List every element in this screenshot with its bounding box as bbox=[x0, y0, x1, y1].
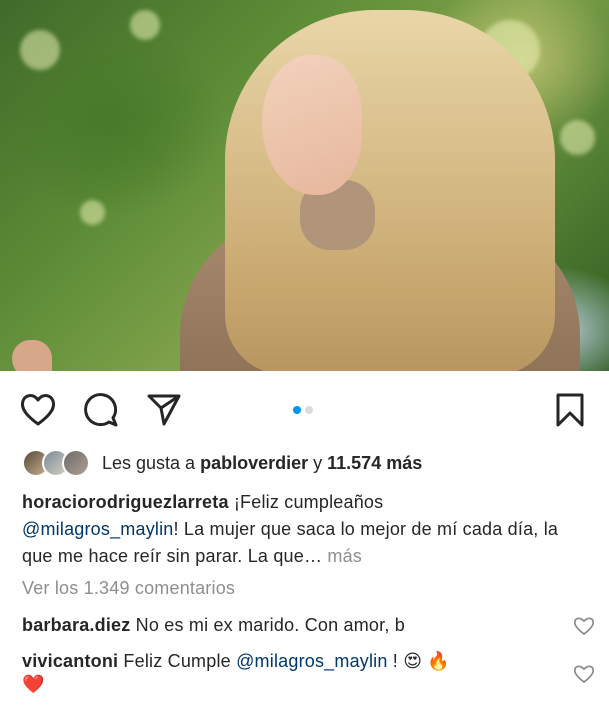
comment-text: Feliz Cumple bbox=[118, 651, 237, 671]
bokeh-light bbox=[560, 120, 595, 155]
heart-icon[interactable] bbox=[20, 393, 56, 427]
hand bbox=[12, 340, 52, 371]
comment-icon[interactable] bbox=[83, 392, 119, 428]
comment: vivicantoni Feliz Cumple @milagros_mayli… bbox=[22, 651, 450, 672]
likes-text[interactable]: Les gusta a pabloverdier y 11.574 más bbox=[102, 453, 422, 474]
hair bbox=[225, 10, 555, 371]
liker-username[interactable]: pabloverdier bbox=[200, 453, 308, 473]
comment-text: ! bbox=[387, 651, 404, 671]
bokeh-light bbox=[130, 10, 160, 40]
avatar bbox=[62, 449, 90, 477]
fire-emoji-icon: 🔥 bbox=[427, 651, 450, 672]
comment-continuation: ❤️ bbox=[22, 674, 45, 695]
red-heart-emoji-icon: ❤️ bbox=[22, 674, 45, 695]
comment-username[interactable]: vivicantoni bbox=[22, 651, 118, 671]
caption-more-link[interactable]: más bbox=[322, 546, 362, 566]
likes-connector: y bbox=[308, 452, 328, 473]
view-comments-link[interactable]: Ver los 1.349 comentarios bbox=[22, 578, 235, 599]
carousel-indicator bbox=[293, 401, 317, 414]
comment-like-heart-icon[interactable] bbox=[573, 616, 595, 636]
likes-row: Les gusta a pabloverdier y 11.574 más bbox=[22, 448, 422, 478]
post-caption: horaciorodriguezlarreta ¡Feliz cumpleaño… bbox=[22, 489, 592, 570]
caption-mention[interactable]: @milagros_maylin bbox=[22, 519, 174, 539]
caption-author[interactable]: horaciorodriguezlarreta bbox=[22, 492, 229, 512]
likes-count[interactable]: 11.574 más bbox=[327, 453, 422, 473]
comment: barbara.diez No es mi ex marido. Con amo… bbox=[22, 615, 405, 636]
post-photo[interactable] bbox=[0, 0, 609, 371]
comment-like-heart-icon[interactable] bbox=[573, 664, 595, 684]
caption-text: ¡Feliz cumpleaños bbox=[228, 492, 384, 512]
comment-mention[interactable]: @milagros_maylin bbox=[236, 651, 388, 671]
carousel-dot-active bbox=[293, 406, 301, 414]
send-icon[interactable] bbox=[146, 392, 182, 428]
heart-eyes-emoji-icon: 😍 bbox=[403, 651, 423, 672]
comment-username[interactable]: barbara.diez bbox=[22, 615, 130, 635]
face bbox=[262, 55, 362, 195]
carousel-dot bbox=[305, 406, 313, 414]
comment-text: No es mi ex marido. Con amor, b bbox=[130, 615, 405, 635]
bookmark-icon[interactable] bbox=[555, 392, 585, 428]
bokeh-light bbox=[20, 30, 60, 70]
likes-prefix: Les gusta a bbox=[102, 452, 201, 473]
bokeh-light bbox=[80, 200, 105, 225]
liker-avatars[interactable] bbox=[22, 449, 94, 477]
